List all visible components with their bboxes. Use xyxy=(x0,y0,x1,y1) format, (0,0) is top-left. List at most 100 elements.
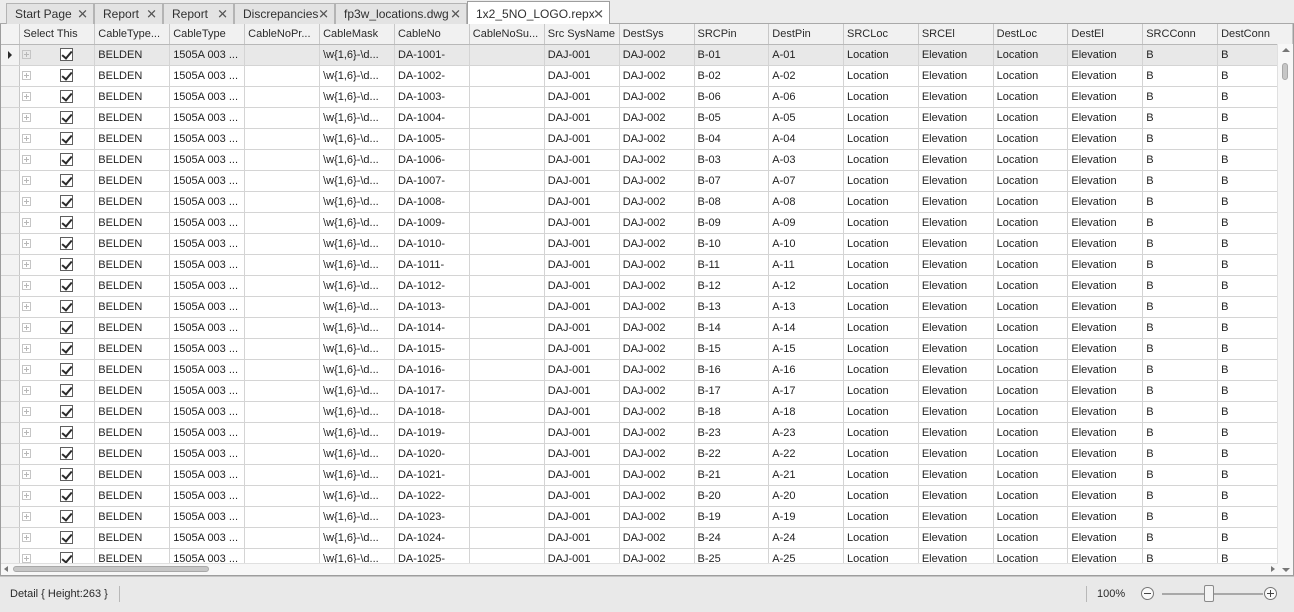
cell-cabletype[interactable]: 1505A 003 ... xyxy=(169,149,246,171)
cell-srcloc[interactable]: Location xyxy=(843,443,919,465)
cell-srcconn[interactable]: B xyxy=(1142,233,1219,255)
cell-cableno[interactable]: DA-1010- xyxy=(394,233,470,255)
cell-destel[interactable]: Elevation xyxy=(1067,296,1144,318)
select-this-cell[interactable] xyxy=(19,338,96,360)
cell-srcel[interactable]: Elevation xyxy=(918,464,994,486)
checkbox-checked-icon[interactable] xyxy=(59,258,73,271)
cell-destloc[interactable]: Location xyxy=(993,380,1069,402)
cell-srcconn[interactable]: B xyxy=(1142,107,1219,129)
cell-cabletype[interactable]: 1505A 003 ... xyxy=(169,443,246,465)
cell-srcconn[interactable]: B xyxy=(1142,212,1219,234)
cell-cabletype[interactable]: 1505A 003 ... xyxy=(169,359,246,381)
cell-cabletype[interactable]: 1505A 003 ... xyxy=(169,506,246,528)
cell-cablenopr[interactable] xyxy=(244,191,321,213)
cell-src-sysname[interactable]: DAJ-001 xyxy=(544,359,620,381)
cell-destloc[interactable]: Location xyxy=(993,296,1069,318)
cell-cableno[interactable]: DA-1011- xyxy=(394,254,470,276)
cell-srcconn[interactable]: B xyxy=(1142,65,1219,87)
expand-plus-icon[interactable] xyxy=(22,133,32,143)
cell-destpin[interactable]: A-01 xyxy=(768,44,845,66)
table-row[interactable]: BELDEN 1505A 003 ... \w{1,6}-\d... DA-1001-… xyxy=(1,44,1293,66)
cell-destel[interactable]: Elevation xyxy=(1067,128,1144,150)
cell-srcpin[interactable]: B-07 xyxy=(694,170,770,192)
cell-src-sysname[interactable]: DAJ-001 xyxy=(544,149,620,171)
cell-srcconn[interactable]: B xyxy=(1142,485,1219,507)
table-row[interactable]: BELDEN 1505A 003 ... \w{1,6}-\d... DA-1020-… xyxy=(1,443,1293,465)
cell-cablenosu[interactable] xyxy=(469,275,545,297)
cell-destpin[interactable]: A-10 xyxy=(768,233,845,255)
cell-cabletype[interactable]: 1505A 003 ... xyxy=(169,65,246,87)
cell-src-sysname[interactable]: DAJ-001 xyxy=(544,191,620,213)
cell-cablenopr[interactable] xyxy=(244,212,321,234)
cell-destel[interactable]: Elevation xyxy=(1067,527,1144,549)
expand-plus-icon[interactable] xyxy=(22,385,32,395)
cell-cabletype[interactable]: BELDEN xyxy=(94,254,171,276)
cell-cablemask[interactable]: \w{1,6}-\d... xyxy=(319,149,395,171)
cell-srcpin[interactable]: B-11 xyxy=(694,254,770,276)
zoom-in-icon[interactable] xyxy=(1264,587,1277,600)
cell-cablenopr[interactable] xyxy=(244,485,321,507)
cell-destsys[interactable]: DAJ-002 xyxy=(619,359,695,381)
cell-srcloc[interactable]: Location xyxy=(843,485,919,507)
cell-cableno[interactable]: DA-1008- xyxy=(394,191,470,213)
column-header-src-sysname[interactable]: Src SysName xyxy=(544,24,620,45)
cell-cabletype[interactable]: BELDEN xyxy=(94,359,171,381)
cell-cablenopr[interactable] xyxy=(244,506,321,528)
cell-srcel[interactable]: Elevation xyxy=(918,359,994,381)
cell-src-sysname[interactable]: DAJ-001 xyxy=(544,107,620,129)
cell-cabletype[interactable]: 1505A 003 ... xyxy=(169,338,246,360)
column-header-srcpin[interactable]: SRCPin xyxy=(694,24,770,45)
horizontal-scrollbar[interactable] xyxy=(1,563,1278,575)
cell-src-sysname[interactable]: DAJ-001 xyxy=(544,401,620,423)
cell-srcpin[interactable]: B-04 xyxy=(694,128,770,150)
expand-plus-icon[interactable] xyxy=(22,112,32,122)
cell-destel[interactable]: Elevation xyxy=(1067,170,1144,192)
cell-cablenopr[interactable] xyxy=(244,170,321,192)
cell-cabletype[interactable]: 1505A 003 ... xyxy=(169,233,246,255)
column-header-srcel[interactable]: SRCEl xyxy=(918,24,994,45)
cell-destsys[interactable]: DAJ-002 xyxy=(619,380,695,402)
cell-srcconn[interactable]: B xyxy=(1142,338,1219,360)
cell-cableno[interactable]: DA-1005- xyxy=(394,128,470,150)
checkbox-checked-icon[interactable] xyxy=(59,216,73,229)
cell-cableno[interactable]: DA-1001- xyxy=(394,44,470,66)
cell-srcel[interactable]: Elevation xyxy=(918,65,994,87)
column-header-destel[interactable]: DestEl xyxy=(1067,24,1144,45)
cell-cablenosu[interactable] xyxy=(469,338,545,360)
cell-cableno[interactable]: DA-1016- xyxy=(394,359,470,381)
cell-cablenopr[interactable] xyxy=(244,422,321,444)
select-this-cell[interactable] xyxy=(19,212,96,234)
column-header-destpin[interactable]: DestPin xyxy=(768,24,845,45)
cell-src-sysname[interactable]: DAJ-001 xyxy=(544,44,620,66)
cell-cablenosu[interactable] xyxy=(469,317,545,339)
cell-destloc[interactable]: Location xyxy=(993,233,1069,255)
cell-destel[interactable]: Elevation xyxy=(1067,464,1144,486)
cell-cablemask[interactable]: \w{1,6}-\d... xyxy=(319,212,395,234)
cell-cablemask[interactable]: \w{1,6}-\d... xyxy=(319,128,395,150)
cell-srcel[interactable]: Elevation xyxy=(918,107,994,129)
cell-cablenosu[interactable] xyxy=(469,464,545,486)
expand-plus-icon[interactable] xyxy=(22,490,32,500)
cell-srcloc[interactable]: Location xyxy=(843,65,919,87)
table-row[interactable]: BELDEN 1505A 003 ... \w{1,6}-\d... DA-1011-… xyxy=(1,254,1293,276)
row-indicator[interactable] xyxy=(1,464,21,486)
expand-plus-icon[interactable] xyxy=(22,448,32,458)
cell-src-sysname[interactable]: DAJ-001 xyxy=(544,317,620,339)
cell-cablenopr[interactable] xyxy=(244,86,321,108)
cell-cabletype[interactable]: BELDEN xyxy=(94,506,171,528)
row-indicator[interactable] xyxy=(1,422,21,444)
cell-destloc[interactable]: Location xyxy=(993,191,1069,213)
cell-destpin[interactable]: A-19 xyxy=(768,506,845,528)
cell-srcpin[interactable]: B-23 xyxy=(694,422,770,444)
cell-cablemask[interactable]: \w{1,6}-\d... xyxy=(319,107,395,129)
column-header-srcloc[interactable]: SRCLoc xyxy=(843,24,919,45)
cell-cablenosu[interactable] xyxy=(469,212,545,234)
cell-destsys[interactable]: DAJ-002 xyxy=(619,44,695,66)
cell-srcpin[interactable]: B-10 xyxy=(694,233,770,255)
scroll-right-arrow-icon[interactable] xyxy=(1271,566,1275,572)
table-row[interactable]: BELDEN 1505A 003 ... \w{1,6}-\d... DA-1008-… xyxy=(1,191,1293,213)
cell-src-sysname[interactable]: DAJ-001 xyxy=(544,275,620,297)
cell-cabletype[interactable]: BELDEN xyxy=(94,527,171,549)
cell-destloc[interactable]: Location xyxy=(993,86,1069,108)
expand-plus-icon[interactable] xyxy=(22,406,32,416)
